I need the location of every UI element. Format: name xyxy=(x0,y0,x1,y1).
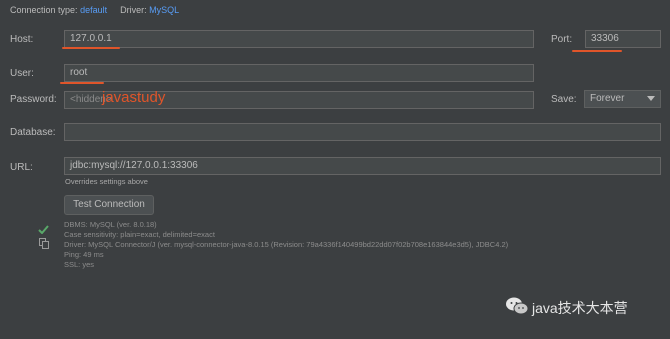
host-label: Host: xyxy=(10,34,34,45)
user-input[interactable]: root xyxy=(64,64,534,82)
port-label: Port: xyxy=(551,34,573,45)
connection-type-label: Connection type: xyxy=(10,5,78,15)
user-label: User: xyxy=(10,68,34,79)
port-annotation-underline xyxy=(572,50,622,52)
test-connection-button[interactable]: Test Connection xyxy=(64,195,154,215)
url-hint: Overrides settings above xyxy=(65,177,148,186)
save-label: Save: xyxy=(551,94,577,105)
port-input[interactable]: 33306 xyxy=(585,30,661,48)
status-line-ping: Ping: 49 ms xyxy=(64,250,104,259)
driver-label: Driver: xyxy=(120,5,147,15)
status-line-dbms: DBMS: MySQL (ver. 8.0.18) xyxy=(64,220,157,229)
database-label: Database: xyxy=(10,127,56,138)
url-input[interactable]: jdbc:mysql://127.0.0.1:33306 xyxy=(64,157,661,175)
url-label: URL: xyxy=(10,162,33,173)
database-input[interactable] xyxy=(64,123,661,141)
password-label: Password: xyxy=(10,94,57,105)
copy-icon[interactable] xyxy=(39,236,49,254)
chevron-down-icon xyxy=(647,96,655,101)
connection-type-link[interactable]: default xyxy=(80,5,107,15)
connection-status: DBMS: MySQL (ver. 8.0.18) Case sensitivi… xyxy=(64,220,508,270)
host-annotation-underline xyxy=(62,47,120,49)
connection-info: Connection type: default Driver: MySQL xyxy=(10,5,179,15)
status-line-case: Case sensitivity: plain=exact, delimited… xyxy=(64,230,215,239)
driver-link[interactable]: MySQL xyxy=(149,5,179,15)
password-annotation-text: javastudy xyxy=(102,89,166,106)
host-input[interactable]: 127.0.0.1 xyxy=(64,30,534,48)
status-line-ssl: SSL: yes xyxy=(64,260,95,269)
save-dropdown-value: Forever xyxy=(590,93,625,104)
save-dropdown[interactable]: Forever xyxy=(584,90,661,108)
wechat-logo-icon xyxy=(505,296,529,321)
user-annotation-underline xyxy=(60,82,104,84)
status-line-driver: Driver: MySQL Connector/J (ver. mysql-co… xyxy=(64,240,509,249)
watermark-text: java技术大本营 xyxy=(532,300,628,316)
